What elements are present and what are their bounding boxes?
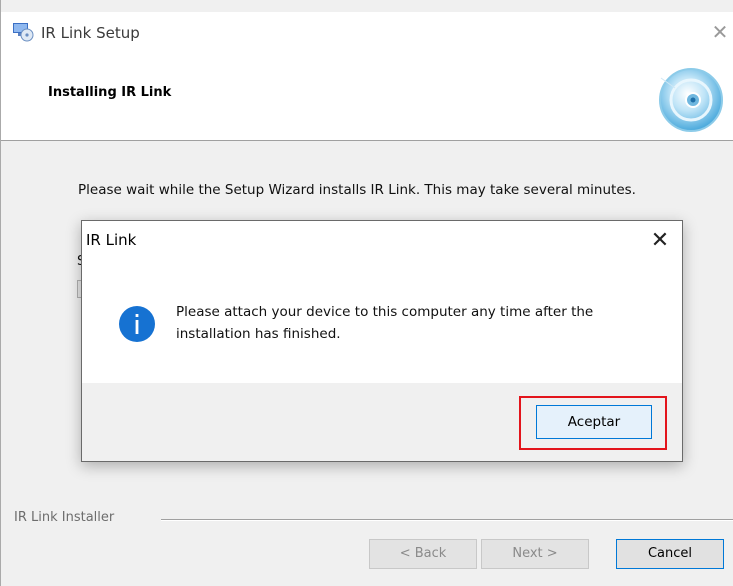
dialog-title: IR Link [86, 231, 137, 249]
message-box-dialog: IR Link ✕ Please attach your device to t… [81, 220, 683, 462]
title-bar[interactable]: IR Link Setup ✕ [1, 12, 733, 54]
info-icon [119, 306, 155, 342]
back-button[interactable]: < Back [369, 539, 477, 569]
next-button[interactable]: Next > [481, 539, 589, 569]
wizard-header: Installing IR Link [1, 54, 733, 141]
dialog-footer: Aceptar [82, 383, 682, 461]
close-icon[interactable]: ✕ [642, 225, 678, 257]
cancel-button[interactable]: Cancel [616, 539, 724, 569]
progress-description: Please wait while the Setup Wizard insta… [78, 182, 636, 198]
close-icon[interactable]: ✕ [707, 18, 733, 46]
cd-disc-icon [659, 68, 723, 132]
installer-group-label: IR Link Installer [14, 510, 115, 525]
page-title: Installing IR Link [48, 85, 172, 100]
window-title: IR Link Setup [41, 24, 140, 42]
divider [161, 519, 733, 521]
highlight-box [519, 396, 667, 450]
dialog-message: Please attach your device to this comput… [176, 304, 594, 342]
computer-disc-icon [13, 23, 34, 42]
